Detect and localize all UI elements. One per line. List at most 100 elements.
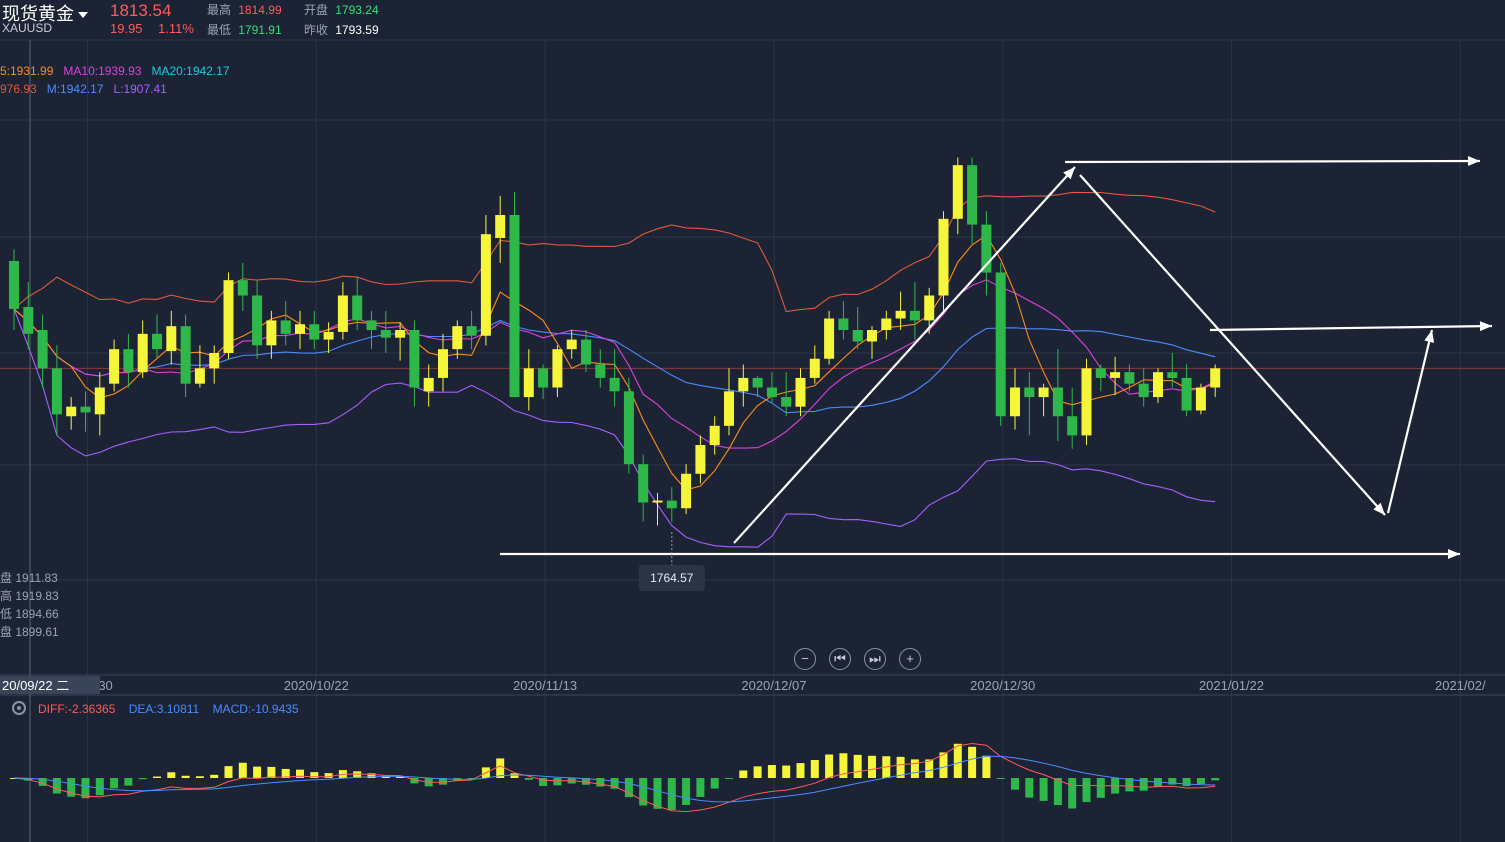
macd-bar — [324, 773, 333, 778]
candle-body — [438, 349, 448, 378]
candle — [66, 397, 77, 430]
candle-body — [37, 330, 48, 369]
candle — [1195, 383, 1206, 415]
candle — [423, 364, 434, 407]
scroll-end-button[interactable]: ⏭ — [864, 648, 886, 670]
zoom-in-button[interactable]: + — [899, 648, 921, 670]
candle — [609, 349, 620, 407]
scroll-start-button[interactable]: ⏮ — [829, 648, 851, 670]
arrow-resistance-top-head — [1467, 156, 1480, 167]
candle-body — [709, 425, 720, 445]
candle — [523, 349, 534, 411]
candle-body — [681, 473, 692, 509]
zoom-out-button[interactable]: − — [794, 648, 816, 670]
candle — [337, 282, 348, 340]
low-value: 1791.91 — [238, 23, 282, 37]
x-axis: 20/09/302020/10/222020/11/132020/12/0720… — [0, 676, 1486, 694]
macd-bar — [968, 746, 977, 778]
candle — [552, 345, 563, 398]
macd-bar — [553, 778, 562, 786]
candle-body — [480, 234, 491, 336]
macd-bar — [767, 765, 776, 778]
macd-bar — [167, 772, 176, 778]
candle-body — [938, 218, 949, 296]
candle — [1110, 356, 1121, 396]
candle-body — [352, 295, 363, 321]
candle-body — [266, 320, 277, 346]
macd-bar — [510, 773, 519, 778]
candle-body — [1167, 372, 1178, 378]
boll-lower-line — [13, 308, 1216, 548]
candle-body — [581, 339, 591, 365]
candle — [1153, 368, 1163, 403]
high-value: 1814.99 — [238, 3, 282, 17]
gear-icon[interactable] — [12, 701, 26, 715]
candle-body — [223, 280, 234, 353]
open-label: 开盘 — [304, 3, 329, 17]
candle — [595, 349, 606, 388]
candle-body — [380, 330, 391, 338]
candle-body — [109, 349, 120, 384]
candle-body — [909, 310, 920, 321]
macd-bar — [1182, 778, 1191, 787]
candle-body — [781, 397, 792, 407]
candle-body — [623, 391, 634, 465]
candle — [237, 262, 248, 311]
candle-body — [523, 368, 534, 398]
macd-bar — [996, 778, 1005, 779]
candle-body — [166, 326, 177, 352]
candle-body — [695, 445, 706, 474]
candle — [895, 291, 906, 330]
candle-body — [995, 272, 1006, 417]
candle — [280, 301, 291, 346]
macd-bar — [796, 763, 805, 778]
candle-body — [495, 215, 506, 238]
candle — [123, 333, 134, 388]
candle-body — [323, 331, 334, 340]
candle-body — [809, 358, 820, 378]
candle — [94, 372, 105, 436]
macd-bar — [925, 759, 934, 778]
candle-body — [366, 320, 377, 330]
candle-body — [967, 165, 978, 225]
crosshair-high: 高 1919.83 — [0, 589, 59, 603]
candle-body — [1138, 383, 1149, 398]
candle — [166, 310, 177, 365]
price-change: 19.95 — [110, 21, 143, 36]
macd-bar — [195, 776, 204, 778]
legend-ma20: MA20:1942.17 — [151, 64, 230, 78]
low-label: 最低 — [207, 23, 232, 37]
candle — [309, 310, 320, 350]
candle-body — [881, 318, 892, 330]
macd-bar — [753, 766, 762, 778]
macd-bar — [138, 778, 147, 780]
arrow-resistance-mid-head — [1479, 321, 1492, 332]
candle — [409, 320, 420, 407]
candle — [495, 195, 506, 263]
candle-body — [94, 387, 105, 415]
candle — [137, 320, 148, 378]
candle-body — [795, 377, 806, 407]
candle — [1138, 368, 1149, 407]
candle — [909, 282, 920, 340]
candle-body — [252, 295, 263, 346]
instrument-symbol: XAUUSD — [2, 21, 53, 35]
chevron-down-icon[interactable] — [78, 12, 88, 19]
candle — [738, 364, 749, 407]
candle-body — [23, 307, 34, 334]
candle-body — [80, 406, 91, 413]
macd-bar — [181, 775, 190, 778]
candle-body — [552, 349, 563, 388]
candle — [952, 157, 963, 235]
macd-bar — [825, 754, 834, 778]
open-value: 1793.24 — [335, 3, 379, 17]
candle — [867, 326, 877, 359]
candle-body — [595, 364, 606, 378]
candle — [1067, 387, 1078, 449]
macd-bar — [224, 766, 233, 778]
candle — [809, 345, 820, 384]
macd-bar — [739, 770, 748, 778]
macd-bar — [653, 778, 662, 809]
macd-bar — [1025, 778, 1034, 798]
legend-boll-lower: L:1907.41 — [113, 82, 167, 96]
